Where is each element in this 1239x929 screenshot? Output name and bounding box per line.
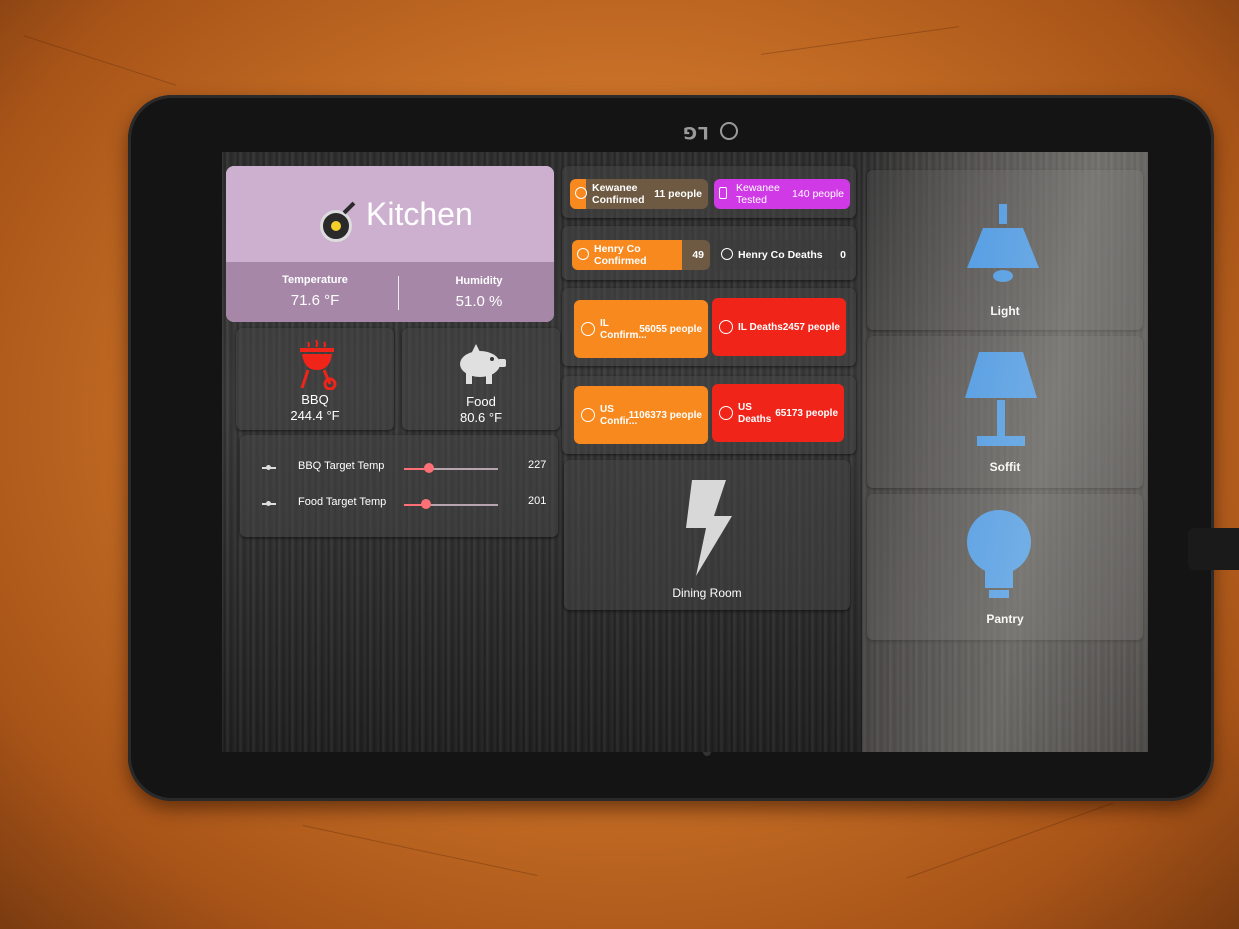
badge-value: 1106373 people (628, 410, 702, 421)
humidity-value: 51.0 % (455, 293, 503, 310)
dizzy-face-icon (719, 320, 733, 334)
lightning-icon (686, 480, 732, 576)
badge-value: 140 people (792, 188, 844, 200)
light-tile[interactable]: Light (867, 170, 1143, 330)
sad-face-icon (581, 408, 595, 422)
henry-confirmed-badge[interactable]: Henry Co Confirmed 49 (572, 240, 710, 270)
food-sensor-tile[interactable]: Food 80.6 °F (402, 328, 560, 430)
soffit-tile[interactable]: Soffit (867, 336, 1143, 488)
badge-value: 49 (692, 249, 704, 261)
badge-label: Kewanee Confirmed (592, 182, 645, 206)
dizzy-face-icon (719, 406, 733, 420)
pig-icon (460, 344, 506, 384)
il-deaths-badge[interactable]: IL Deaths 2457 people (712, 298, 846, 356)
kitchen-card[interactable]: Kitchen Temperature 71.6 °F Humidity 51.… (226, 166, 554, 322)
wall-texture (760, 26, 960, 55)
food-name: Food (466, 394, 496, 409)
us-confirmed-badge[interactable]: US Confir... 1106373 people (574, 386, 708, 444)
badge-value: 65173 people (775, 408, 838, 419)
temperature-value: 71.6 °F (290, 292, 340, 309)
badge-value: 11 people (654, 188, 702, 200)
food-value: 80.6 °F (459, 410, 503, 425)
slider-thumb[interactable] (420, 499, 431, 509)
dashboard-screen: Kitchen Temperature 71.6 °F Humidity 51.… (222, 152, 1148, 752)
slider-value: 227 (528, 459, 547, 471)
slider-label: BBQ Target Temp (298, 460, 385, 472)
kitchen-title: Kitchen (366, 196, 473, 232)
dining-room-name: Dining Room (672, 586, 742, 600)
table-lamp-icon (965, 352, 1037, 446)
kewanee-tested-badge[interactable]: Kewanee Tested 140 people (714, 179, 850, 209)
slider-label: Food Target Temp (298, 496, 387, 508)
wall-texture (23, 35, 177, 86)
wall-texture (302, 825, 538, 876)
soffit-name: Soffit (989, 460, 1021, 474)
badge-value: 0 (840, 249, 846, 261)
badge-label: Henry Co Deaths (738, 249, 823, 261)
badge-value: 56055 people (639, 324, 702, 335)
dizzy-face-icon (721, 248, 733, 260)
wall-texture (906, 802, 1114, 879)
slider-icon (262, 501, 276, 506)
badge-label: Henry Co Confirmed (594, 243, 647, 267)
pantry-name: Pantry (986, 612, 1024, 626)
grill-icon (300, 340, 337, 390)
pendant-lamp-icon (967, 204, 1039, 282)
temperature-label: Temperature (282, 274, 348, 286)
badge-label: IL Deaths (738, 322, 783, 333)
bulb-icon (967, 510, 1031, 598)
humidity-label: Humidity (455, 275, 503, 287)
us-deaths-badge[interactable]: US Deaths 65173 people (712, 384, 844, 442)
bbq-value: 244.4 °F (290, 408, 340, 423)
stats-divider (398, 276, 399, 310)
bbq-sensor-tile[interactable]: BBQ 244.4 °F (236, 328, 394, 430)
test-tube-icon (719, 187, 727, 199)
dining-room-tile[interactable]: Dining Room (564, 460, 850, 610)
henry-deaths-badge[interactable]: Henry Co Deaths 0 (716, 240, 852, 270)
badge-value: 2457 people (782, 322, 840, 333)
pantry-tile[interactable]: Pantry (867, 494, 1143, 640)
target-temp-panel: BBQ Target Temp 227 Food Target Temp 201 (240, 435, 558, 537)
food-target-row: Food Target Temp 201 (240, 493, 558, 517)
slider-icon (262, 465, 276, 470)
il-confirmed-badge[interactable]: IL Confirm... 56055 people (574, 300, 708, 358)
brand-logo-text: LG (682, 122, 709, 142)
sad-face-icon (575, 187, 587, 199)
slider-thumb[interactable] (424, 463, 435, 473)
sad-face-icon (581, 322, 595, 336)
usb-cable (1188, 528, 1239, 570)
sad-face-icon (577, 248, 589, 260)
bbq-name: BBQ (301, 392, 329, 407)
kewanee-confirmed-badge[interactable]: Kewanee Confirmed 11 people (570, 179, 708, 209)
lg-logo-icon (720, 122, 738, 140)
slider-value: 201 (528, 495, 547, 507)
light-name: Light (990, 304, 1020, 318)
bbq-target-row: BBQ Target Temp 227 (240, 457, 558, 481)
frying-pan-icon (320, 210, 352, 242)
badge-label: Kewanee Tested (736, 182, 780, 206)
